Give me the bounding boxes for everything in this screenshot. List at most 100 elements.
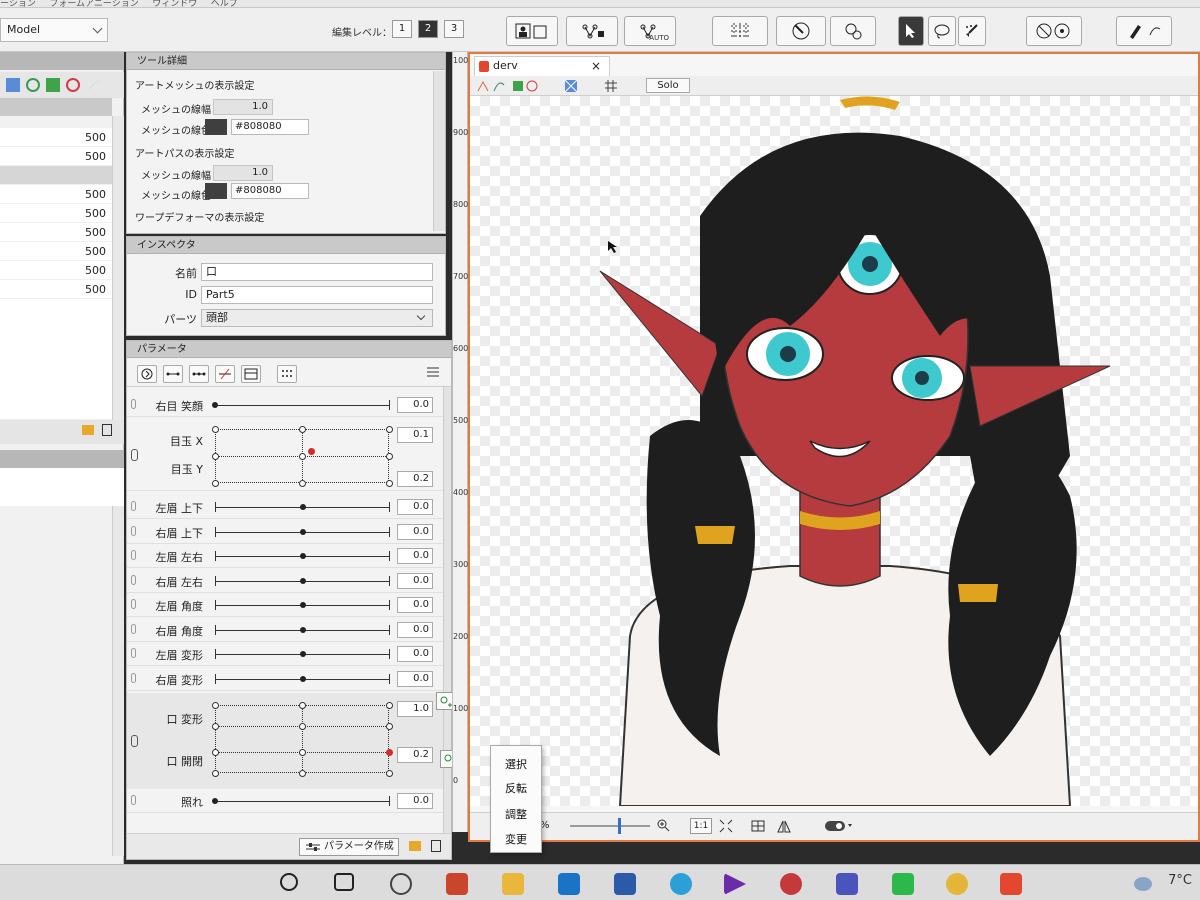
menu-item[interactable]: ーション [0, 0, 36, 7]
edit-level-2-button[interactable]: 2 [418, 20, 438, 38]
grid-key-point[interactable] [212, 453, 219, 460]
deform-brush-button[interactable] [776, 16, 826, 46]
rotation-icon[interactable] [66, 78, 80, 92]
multi-key-button[interactable] [277, 364, 297, 383]
mesh-color-swatch[interactable] [205, 119, 227, 135]
display-toggle-icon[interactable] [824, 819, 854, 836]
parameter-slider-handle[interactable] [212, 402, 218, 408]
lock-icon[interactable] [131, 399, 136, 409]
target-tool-button[interactable] [830, 16, 876, 46]
powerpoint-icon[interactable] [446, 873, 468, 895]
path-visible-icon[interactable] [492, 79, 506, 96]
grid-key-point[interactable] [212, 426, 219, 433]
lock-icon[interactable] [131, 525, 136, 536]
close-icon[interactable]: × [591, 57, 601, 75]
parameter-2d-grid[interactable] [212, 426, 393, 487]
menu-item[interactable]: フォームアニーション [49, 0, 138, 7]
path-color-swatch[interactable] [205, 183, 227, 199]
list-item[interactable]: 500 [0, 147, 112, 166]
grid-key-point[interactable] [386, 723, 393, 730]
file-explorer-icon[interactable] [502, 873, 524, 895]
mesh-icon[interactable] [6, 78, 20, 92]
path-color-input[interactable]: #808080 [231, 183, 309, 199]
model-select[interactable]: Model [0, 18, 108, 42]
delete-key-button[interactable] [215, 364, 235, 383]
document-tab[interactable]: derv × [474, 56, 610, 76]
zoom-slider[interactable] [570, 825, 650, 827]
parameter-row[interactable]: 右眉 変形 0.0 [127, 667, 443, 691]
folder-icon[interactable] [409, 841, 421, 851]
parameter-slider-track[interactable] [215, 405, 390, 406]
parameter-row[interactable]: 右眉 上下 0.0 [127, 520, 443, 544]
list-item[interactable]: 500 [0, 242, 112, 261]
menu-item[interactable]: ウィンドウ [152, 0, 197, 7]
parameter-slider-handle[interactable] [299, 626, 306, 633]
teams-icon[interactable] [836, 873, 858, 895]
context-menu-item-change[interactable]: 変更 [505, 831, 527, 847]
lock-icon[interactable] [131, 599, 136, 609]
parameter-value-input[interactable]: 0.2 [397, 747, 433, 763]
grid-key-point[interactable] [299, 426, 306, 433]
parameter-row[interactable]: 左眉 変形 0.0 [127, 642, 443, 666]
grid-key-point[interactable] [212, 702, 219, 709]
grid-key-point[interactable] [299, 480, 306, 487]
parameter-value-input[interactable]: 0.0 [397, 793, 433, 809]
line-icon[interactable] [892, 873, 914, 895]
folder-icon[interactable] [82, 425, 94, 435]
parameter-slider-handle[interactable] [299, 504, 306, 510]
mesh-visible-icon[interactable] [476, 79, 490, 96]
parts-list-scrollbar[interactable] [112, 116, 124, 420]
list-item[interactable]: 500 [0, 128, 112, 147]
parameter-row[interactable]: 右眉 左右 0.0 [127, 569, 443, 593]
path-width-input[interactable]: 1.0 [213, 165, 273, 181]
auto-mesh-button[interactable]: AUTO [624, 16, 676, 46]
tool-detail-scrollbar[interactable] [433, 71, 445, 231]
grid-key-point[interactable] [299, 723, 306, 730]
fit-screen-icon[interactable] [718, 818, 734, 837]
grid-current-position[interactable] [386, 749, 393, 756]
parameter-slider-handle[interactable] [299, 528, 306, 535]
cubism-editor-icon[interactable] [1000, 873, 1022, 895]
parameter-slider-handle[interactable] [299, 651, 306, 657]
parameter-value-input[interactable]: 0.0 [397, 548, 433, 564]
add-three-keys-button[interactable] [189, 364, 209, 383]
menu-item[interactable]: ヘルプ [211, 0, 238, 7]
app-icon[interactable] [390, 873, 412, 895]
parameter-row[interactable]: 左眉 角度 0.0 [127, 593, 443, 617]
brush-select-button[interactable] [958, 16, 986, 46]
id-input[interactable]: Part5 [201, 286, 433, 304]
grid-key-point[interactable] [212, 749, 219, 756]
grid-toggle-icon[interactable] [604, 79, 618, 96]
grid-key-point[interactable] [386, 453, 393, 460]
parameter-2d-grid[interactable] [212, 702, 393, 777]
hamburger-menu-icon[interactable] [427, 367, 439, 380]
parameter-value-input[interactable]: 0.1 [397, 427, 433, 443]
canvas-viewport[interactable] [470, 96, 1198, 806]
play-button[interactable] [137, 364, 157, 383]
parameter-slider-handle[interactable] [299, 675, 306, 682]
parameter-slider-handle[interactable] [299, 602, 306, 608]
grid-key-point[interactable] [212, 770, 219, 777]
parameter-slider-handle[interactable] [299, 577, 306, 584]
grid-current-position[interactable] [307, 447, 315, 455]
lock-icon[interactable] [131, 623, 136, 634]
texture-icon[interactable] [564, 79, 578, 96]
visibility-button[interactable] [1026, 16, 1082, 46]
edit-level-1-button[interactable]: 1 [392, 20, 412, 38]
mesh-color-input[interactable]: #808080 [231, 119, 309, 135]
grid-key-point[interactable] [386, 426, 393, 433]
grid-key-point[interactable] [299, 702, 306, 709]
list-item[interactable]: 500 [0, 204, 112, 223]
grid-key-point[interactable] [299, 453, 306, 460]
lock-icon[interactable] [131, 795, 136, 805]
grid-key-point[interactable] [386, 702, 393, 709]
pen-tool-button[interactable] [1116, 16, 1172, 46]
flip-view-icon[interactable] [776, 818, 792, 837]
add-key-button[interactable] [163, 364, 183, 383]
parameter-value-input[interactable]: 0.0 [397, 523, 433, 540]
lasso-tool-button[interactable] [928, 16, 956, 46]
word-icon[interactable] [614, 873, 636, 895]
edit-keys-button[interactable] [241, 364, 261, 383]
parameter-row[interactable]: 左眉 上下 0.0 [127, 495, 443, 519]
list-item[interactable]: 500 [0, 185, 112, 204]
